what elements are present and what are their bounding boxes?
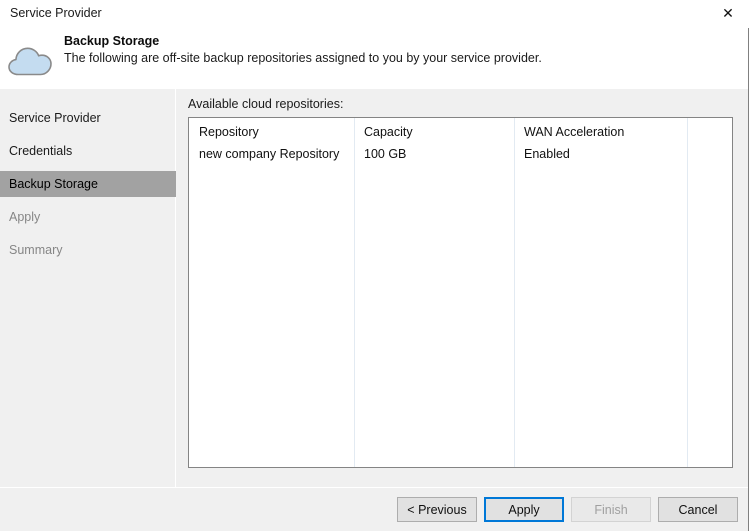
content-pane: Available cloud repositories: Repository… <box>177 89 748 487</box>
sidebar-item-backup-storage[interactable]: Backup Storage <box>0 171 176 197</box>
dialog-footer: < Previous Apply Finish Cancel <box>0 487 748 531</box>
page-title: Backup Storage <box>64 34 160 48</box>
available-repositories-label: Available cloud repositories: <box>188 97 344 111</box>
cell-capacity: 100 GB <box>364 147 407 161</box>
window-title: Service Provider <box>10 6 102 20</box>
column-header-capacity[interactable]: Capacity <box>364 125 413 139</box>
dialog-body: Service Provider Credentials Backup Stor… <box>0 89 748 487</box>
cloud-repositories-table[interactable]: Repository Capacity WAN Acceleration new… <box>188 117 733 468</box>
sidebar-item-credentials[interactable]: Credentials <box>0 138 176 164</box>
page-description: The following are off-site backup reposi… <box>64 51 542 65</box>
sidebar-item-summary[interactable]: Summary <box>0 237 176 263</box>
title-bar: Service Provider ✕ <box>0 0 749 28</box>
wizard-steps-sidebar: Service Provider Credentials Backup Stor… <box>0 89 176 487</box>
finish-button: Finish <box>571 497 651 522</box>
column-header-wan-acceleration[interactable]: WAN Acceleration <box>524 125 624 139</box>
column-separator-3[interactable] <box>687 118 688 467</box>
cell-repository: new company Repository <box>199 147 340 161</box>
column-separator-2[interactable] <box>514 118 515 467</box>
cloud-icon <box>6 40 54 80</box>
apply-button[interactable]: Apply <box>484 497 564 522</box>
previous-button[interactable]: < Previous <box>397 497 477 522</box>
column-header-repository[interactable]: Repository <box>199 125 259 139</box>
close-icon: ✕ <box>722 6 734 22</box>
wizard-dialog: Service Provider ✕ Backup Storage The fo… <box>0 0 749 531</box>
wizard-header: Backup Storage The following are off-sit… <box>0 28 748 89</box>
cell-wan-acceleration: Enabled <box>524 147 570 161</box>
cancel-button[interactable]: Cancel <box>658 497 738 522</box>
column-separator-1[interactable] <box>354 118 355 467</box>
close-button[interactable]: ✕ <box>707 0 749 28</box>
sidebar-item-service-provider[interactable]: Service Provider <box>0 105 176 131</box>
sidebar-item-apply[interactable]: Apply <box>0 204 176 230</box>
